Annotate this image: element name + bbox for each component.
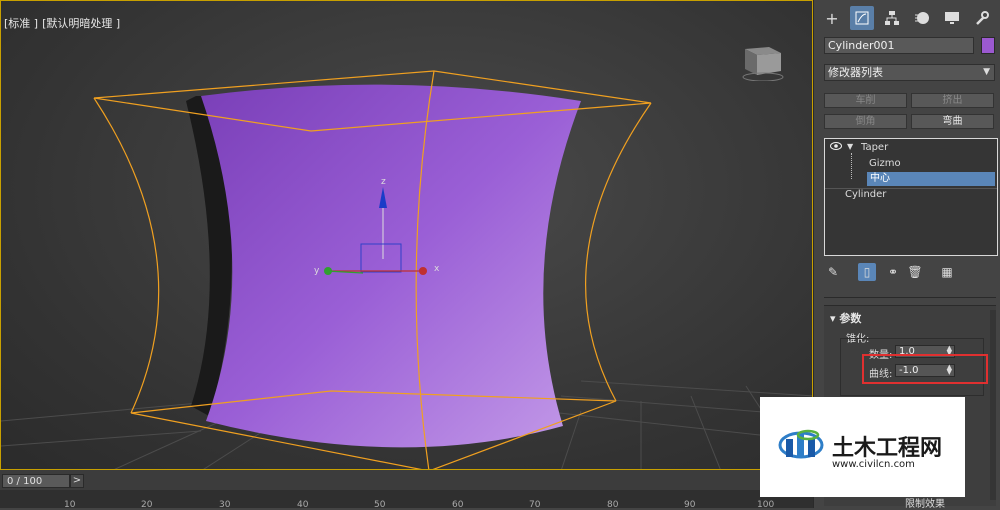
extrude-button[interactable]: 挤出: [911, 93, 994, 108]
stack-item-center[interactable]: 中心: [867, 172, 995, 186]
civilcn-logo-icon: [778, 429, 824, 459]
chamfer-button[interactable]: 倒角: [824, 114, 907, 129]
modifier-list-dropdown[interactable]: 修改器列表 ▼: [824, 64, 995, 81]
make-unique-icon[interactable]: ⚭: [884, 263, 902, 281]
watermark: 土木工程网 www.civilcn.com: [760, 397, 965, 497]
watermark-brand: 土木工程网: [832, 436, 943, 461]
viewport-shading-label[interactable]: [默认明暗处理 ]: [42, 17, 120, 30]
tick-label: 30: [219, 500, 231, 510]
rollout-title[interactable]: ▾ 参数: [830, 310, 861, 326]
configure-sets-icon[interactable]: ▦: [938, 263, 956, 281]
tick-label: 20: [141, 500, 153, 510]
modifier-list-label: 修改器列表: [828, 66, 883, 79]
next-frame-button[interactable]: >: [70, 474, 84, 488]
stack-item-taper[interactable]: Taper: [861, 142, 888, 153]
show-end-result-icon[interactable]: ▯: [858, 263, 876, 281]
modify-icon[interactable]: [850, 6, 874, 30]
stack-toolbar: ✎ ▯ ⚭ 🗑 ▦: [824, 263, 998, 283]
utilities-icon[interactable]: [970, 6, 994, 30]
gizmo-y-label: y: [314, 266, 320, 276]
panel-scrollbar[interactable]: [990, 310, 996, 500]
gizmo-x-label: x: [434, 264, 440, 274]
object-color-swatch[interactable]: [981, 37, 995, 54]
object-name-field[interactable]: Cylinder001: [824, 37, 974, 54]
stack-item-cylinder[interactable]: Cylinder: [845, 189, 886, 200]
tick-label: 50: [374, 500, 386, 510]
command-panel-tabs: +: [820, 6, 994, 30]
tick-label: 40: [297, 500, 309, 510]
lathe-button[interactable]: 车削: [824, 93, 907, 108]
bend-button[interactable]: 弯曲: [911, 114, 994, 129]
chevron-down-icon: ▼: [983, 67, 990, 77]
viewport-label[interactable]: [标准 ] [默认明暗处理 ]: [4, 15, 124, 31]
remove-modifier-icon[interactable]: 🗑: [906, 263, 924, 281]
modifier-stack: ▼ Taper Gizmo 中心 Cylinder: [824, 138, 998, 256]
collapse-arrow-icon[interactable]: ▼: [847, 142, 853, 151]
pin-stack-icon[interactable]: ✎: [824, 263, 842, 281]
tick-label: 70: [529, 500, 541, 510]
tick-label: 90: [684, 500, 696, 510]
tree-line: [851, 153, 853, 179]
stack-item-gizmo[interactable]: Gizmo: [869, 158, 901, 169]
tick-label: 100: [757, 500, 775, 510]
watermark-url: www.civilcn.com: [832, 459, 915, 470]
tick-label: 80: [607, 500, 619, 510]
viewport-view-label[interactable]: [标准 ]: [4, 17, 38, 30]
viewport-scene: z x y: [1, 70, 812, 469]
create-icon[interactable]: +: [820, 6, 844, 30]
curve-highlight-box: [862, 354, 988, 384]
rollout-title-text: 参数: [839, 312, 862, 325]
panel-separator: [824, 297, 996, 298]
perspective-viewport[interactable]: z x y [标准 ] [默认明暗处理 ]: [0, 0, 813, 470]
viewcube-icon[interactable]: [741, 41, 785, 81]
timeline: 0 / 100 > 10 20 30 40 50 60 70 80 90 100: [0, 470, 813, 510]
display-icon[interactable]: [940, 6, 964, 30]
tick-label: 10: [64, 500, 76, 510]
motion-icon[interactable]: [910, 6, 934, 30]
time-slider[interactable]: 0 / 100: [2, 474, 70, 488]
eye-icon[interactable]: [830, 141, 842, 154]
gizmo-z-label: z: [381, 177, 386, 187]
tick-label: 60: [452, 500, 464, 510]
hierarchy-icon[interactable]: [880, 6, 904, 30]
